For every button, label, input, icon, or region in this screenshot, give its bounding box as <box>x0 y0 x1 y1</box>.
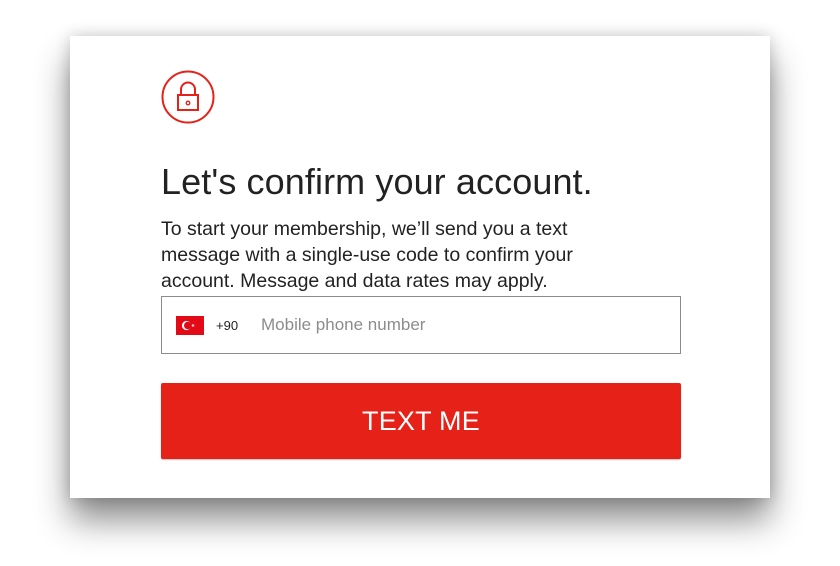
page-title: Let's confirm your account. <box>161 161 593 202</box>
country-code-selector[interactable]: +90 <box>176 297 238 353</box>
confirm-account-card: Let's confirm your account. To start you… <box>70 36 770 498</box>
card-content: Let's confirm your account. To start you… <box>161 70 681 459</box>
description-text: To start your membership, we’ll send you… <box>161 218 573 292</box>
mobile-phone-input[interactable] <box>261 297 666 353</box>
turkey-flag-icon <box>176 315 204 335</box>
page-background: Let's confirm your account. To start you… <box>0 0 840 566</box>
country-code: +90 <box>216 317 239 333</box>
lock-icon <box>161 70 215 124</box>
phone-number-field: +90 <box>161 296 681 354</box>
text-me-button[interactable]: TEXT ME <box>161 383 681 459</box>
